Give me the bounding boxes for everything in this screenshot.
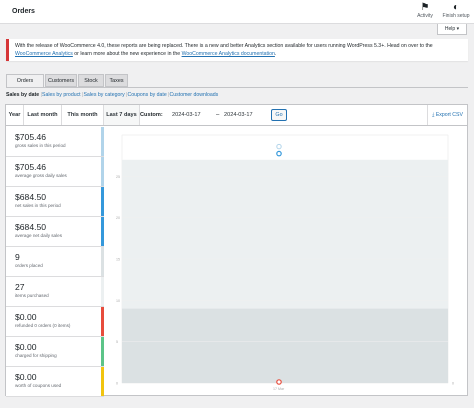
legend-value: $705.46 [15, 132, 47, 142]
legend-color-bar [101, 157, 104, 186]
subnav-sales-by-category[interactable]: Sales by category [83, 92, 124, 98]
deprecation-notice: With the release of WooCommerce 4.0, the… [6, 39, 468, 61]
legend-item[interactable]: $684.50 average net daily sales [6, 217, 104, 247]
end-date-input[interactable] [224, 110, 268, 120]
download-icon: ⤓ [432, 112, 435, 118]
legend-color-bar [101, 307, 104, 336]
analytics-link[interactable]: WooCommerce Analytics [15, 51, 73, 57]
tab-stock[interactable]: Stock [78, 74, 104, 87]
report-subnav: Sales by date |Sales by product |Sales b… [6, 92, 219, 98]
y-left-tick-label: 25 [116, 175, 120, 179]
point-net-sales [276, 150, 282, 157]
legend-value: 27 [15, 282, 25, 292]
point-gross-sales [276, 143, 282, 150]
custom-range-label: Custom: [140, 112, 163, 118]
y-left-tick-label: 15 [116, 258, 120, 262]
legend-item[interactable]: $0.00 charged for shipping [6, 337, 104, 367]
legend-label: average gross daily sales [15, 173, 67, 178]
tab-divider [6, 87, 468, 88]
y-left-tick-label: 20 [116, 216, 120, 220]
legend-label: items purchased [15, 293, 49, 298]
analytics-docs-link[interactable]: WooCommerce Analytics documentation [182, 51, 275, 57]
legend-item[interactable]: 9 orders placed [6, 247, 104, 277]
subnav-sales-by-product[interactable]: Sales by product [42, 92, 81, 98]
finish-setup-label: Finish setup [442, 13, 470, 19]
legend-value: $684.50 [15, 192, 47, 202]
legend-item[interactable]: $0.00 refunded 0 orders (0 items) [6, 307, 104, 337]
range-dash: – [216, 112, 220, 118]
legend-label: net sales in this period [15, 203, 61, 208]
legend-color-bar [101, 217, 104, 246]
legend-label: orders placed [15, 263, 43, 268]
activity-label: Activity [417, 13, 433, 19]
legend-color-bar [101, 337, 104, 366]
notice-text-after: . [274, 51, 277, 57]
legend-label: gross sales in this period [15, 143, 66, 148]
half-circle-icon: ◐ [452, 2, 460, 13]
tab-taxes[interactable]: Taxes [105, 74, 128, 87]
tab-customers[interactable]: Customers [45, 74, 77, 87]
range-last-month[interactable]: Last month [24, 105, 62, 125]
bar-orders-placed [122, 308, 448, 383]
range-this-month[interactable]: This month [62, 105, 104, 125]
sales-chart: 0 5 10 15 20 25 0 17 Mar [110, 129, 464, 395]
legend-value: $705.46 [15, 162, 47, 172]
legend-value: 9 [15, 252, 20, 262]
start-date-input[interactable] [172, 110, 216, 120]
subnav-customer-downloads[interactable]: Customer downloads [170, 92, 219, 98]
legend-color-bar [101, 277, 104, 306]
finish-setup-button[interactable]: ◐ Finish setup [438, 2, 474, 19]
legend-color-bar [101, 367, 104, 396]
report-panel: Year Last month This month Last 7 days C… [5, 104, 468, 397]
subnav-coupons-by-date[interactable]: Coupons by date [127, 92, 166, 98]
legend-item[interactable]: $705.46 gross sales in this period [6, 127, 104, 157]
legend-value: $0.00 [15, 342, 37, 352]
legend-color-bar [101, 247, 104, 276]
chart-legend: $705.46 gross sales in this period $705.46… [6, 127, 104, 397]
notice-text-before: With the release of WooCommerce 4.0, the… [15, 43, 433, 49]
legend-item[interactable]: $0.00 worth of coupons used [6, 367, 104, 397]
range-last-7-days[interactable]: Last 7 days [104, 105, 140, 125]
legend-value: $0.00 [15, 372, 37, 382]
legend-item[interactable]: 27 items purchased [6, 277, 104, 307]
notice-text-middle: or learn more about the new experience i… [72, 51, 182, 57]
y-left-tick-label: 0 [116, 382, 118, 386]
legend-color-bar [101, 187, 104, 216]
flag-icon: ⚑ [420, 2, 430, 13]
legend-item[interactable]: $705.46 average gross daily sales [6, 157, 104, 187]
legend-value: $0.00 [15, 312, 37, 322]
legend-label: average net daily sales [15, 233, 62, 238]
legend-color-bar [101, 127, 104, 156]
y-left-tick-label: 10 [116, 299, 120, 303]
page-title: Orders [12, 8, 35, 15]
legend-value: $684.50 [15, 222, 47, 232]
legend-label: charged for shipping [15, 353, 57, 358]
tab-orders[interactable]: Orders [6, 74, 44, 88]
y-right-tick-label: 0 [452, 382, 454, 386]
top-bar: Orders ⚑ Activity ◐ Finish setup [0, 0, 474, 24]
legend-item[interactable]: $684.50 net sales in this period [6, 187, 104, 217]
y-left-tick-label: 5 [116, 340, 118, 344]
legend-label: worth of coupons used [15, 383, 62, 388]
help-button[interactable]: Help ▾ [437, 24, 467, 35]
point-refunds [276, 379, 282, 385]
date-range-bar: Year Last month This month Last 7 days C… [6, 105, 467, 126]
export-csv-button[interactable]: ⤓ Export CSV [427, 105, 467, 125]
range-year[interactable]: Year [6, 105, 24, 125]
go-button[interactable]: Go [271, 109, 287, 121]
subnav-current: Sales by date [6, 92, 40, 98]
x-tick-label: 17 Mar [273, 387, 285, 391]
export-csv-label: Export CSV [435, 112, 463, 118]
legend-label: refunded 0 orders (0 items) [15, 323, 71, 328]
activity-button[interactable]: ⚑ Activity [408, 2, 442, 19]
